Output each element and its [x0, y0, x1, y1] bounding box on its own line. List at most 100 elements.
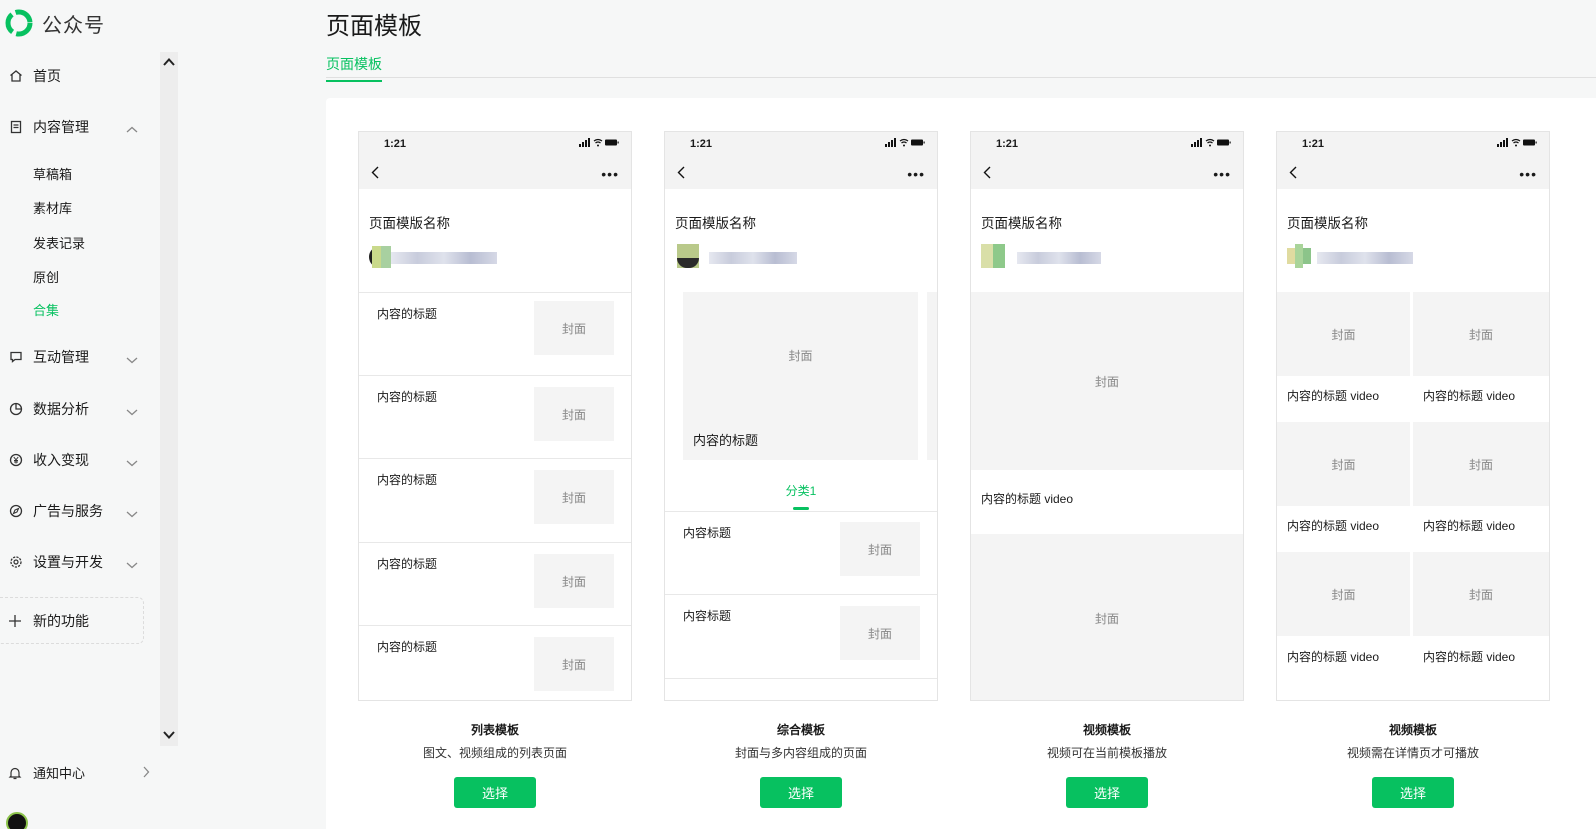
template-card-video-inline: 1:21 ••• 页面模版名称 封面 内容的标题 video 封面 视频模板 视…: [970, 131, 1244, 808]
sidebar-item-monetization[interactable]: 收入变现: [8, 448, 138, 472]
list-item-title: 内容的标题: [377, 473, 438, 487]
grid-video-title: 内容的标题 video: [1423, 389, 1516, 403]
sidebar-subitem-original[interactable]: 原创: [33, 267, 59, 286]
chevron-down-icon: [126, 454, 138, 470]
back-arrow-icon: [677, 166, 685, 184]
sidebar-item-label: 首页: [33, 68, 61, 84]
select-video-inline-template-button[interactable]: 选择: [1066, 777, 1148, 808]
cover-placeholder: 封面: [534, 301, 614, 355]
chevron-up-icon: [126, 121, 138, 137]
sidebar-item-label: 设置与开发: [33, 554, 103, 570]
back-arrow-icon: [1289, 166, 1297, 184]
status-bar: 1:21: [665, 132, 937, 156]
status-bar: 1:21: [971, 132, 1243, 156]
grid-video-title: 内容的标题 video: [1287, 519, 1380, 533]
cover-placeholder: 封面: [534, 470, 614, 524]
hero-cover: 封面 内容的标题: [683, 292, 918, 460]
phone-preview: 1:21 ••• 页面模版名称 封面 封面 内容的标题 video 内容的标题 …: [1276, 131, 1550, 701]
select-composite-template-button[interactable]: 选择: [760, 777, 842, 808]
sidebar-item-label: 收入变现: [33, 452, 89, 468]
status-time: 1:21: [996, 138, 1019, 150]
sidebar-subitem-collections[interactable]: 合集: [33, 300, 59, 319]
sidebar: 公众号 首页 内容管理 草稿箱 素材库 发表记录 原创 合集 互动管理 数据分析…: [0, 0, 180, 829]
tab-page-templates[interactable]: 页面模板: [326, 54, 382, 82]
list-item: 内容的标题 封面: [359, 458, 631, 542]
author-avatar-blurred: [675, 244, 805, 268]
select-list-template-button[interactable]: 选择: [454, 777, 536, 808]
list-item-title: 内容的标题: [377, 307, 438, 321]
phone-nav-bar: •••: [1277, 156, 1549, 189]
app-root: 公众号 首页 内容管理 草稿箱 素材库 发表记录 原创 合集 互动管理 数据分析…: [0, 0, 1596, 829]
brand-logo[interactable]: 公众号: [4, 8, 105, 38]
cover-placeholder: 封面: [788, 348, 813, 363]
grid-video-title: 内容的标题 video: [1423, 650, 1516, 664]
phone-nav-bar: •••: [665, 156, 937, 189]
card-description: 图文、视频组成的列表页面: [422, 746, 567, 760]
sidebar-subitem-materials[interactable]: 素材库: [33, 198, 72, 217]
document-icon: [8, 119, 24, 135]
wechat-official-logo-icon: [4, 8, 34, 38]
category-indicator: [793, 507, 809, 510]
compass-icon: [8, 503, 24, 519]
sidebar-item-label: 广告与服务: [33, 503, 103, 519]
sidebar-scrollbar[interactable]: [160, 52, 178, 746]
status-time: 1:21: [384, 138, 407, 150]
avatar[interactable]: [6, 812, 28, 829]
template-card-list: 1:21 ••• 页面模版名称 内容的标题 封面 内容的标题 封面 内容的标题 …: [358, 131, 632, 808]
notification-center[interactable]: 通知中心: [8, 763, 150, 782]
sidebar-item-label: 内容管理: [33, 119, 89, 135]
list-item: 内容的标题 封面: [359, 625, 631, 700]
yen-icon: [8, 452, 24, 468]
sidebar-subitem-publish-history[interactable]: 发表记录: [33, 233, 85, 252]
phone-nav-bar: •••: [359, 156, 631, 189]
phone-preview: 1:21 ••• 页面模版名称 内容的标题 封面 内容的标题 封面 内容的标题 …: [358, 131, 632, 701]
tab-category-1[interactable]: 分类1: [665, 482, 937, 499]
bell-icon: [8, 766, 24, 780]
cover-placeholder: 封面: [840, 606, 920, 660]
sidebar-item-ads-services[interactable]: 广告与服务: [8, 499, 138, 523]
cover-placeholder: 封面: [534, 554, 614, 608]
video-title: 内容的标题 video: [981, 492, 1074, 506]
sidebar-subitem-drafts[interactable]: 草稿箱: [33, 164, 72, 183]
template-name: 页面模版名称: [1287, 216, 1368, 231]
chevron-down-icon: [126, 351, 138, 367]
sidebar-item-settings-dev[interactable]: 设置与开发: [8, 550, 138, 574]
back-arrow-icon: [983, 166, 991, 184]
signal-wifi-battery-icon: [1497, 138, 1537, 147]
template-card-composite: 1:21 ••• 页面模版名称 封面 内容的标题 分类1 内容标题 封面 内容标…: [664, 131, 938, 808]
more-dots-icon: •••: [1213, 166, 1231, 182]
cover-placeholder: 封面: [534, 387, 614, 441]
card-title: 列表模板: [470, 723, 519, 737]
pie-chart-icon: [8, 401, 24, 417]
status-bar: 1:21: [359, 132, 631, 156]
new-feature-button[interactable]: 新的功能: [0, 597, 144, 644]
card-description: 视频可在当前模板播放: [1046, 746, 1167, 760]
more-dots-icon: •••: [1519, 166, 1537, 182]
sidebar-item-home[interactable]: 首页: [8, 64, 138, 88]
brand-name: 公众号: [42, 14, 105, 37]
scroll-up-arrow-icon[interactable]: [160, 53, 178, 71]
card-title: 视频模板: [1082, 723, 1131, 737]
status-bar: 1:21: [1277, 132, 1549, 156]
author-avatar-blurred: [981, 244, 1111, 268]
grid-video-title: 内容的标题 video: [1423, 519, 1516, 533]
video-cover: 封面: [971, 292, 1243, 470]
template-name: 页面模版名称: [981, 216, 1062, 231]
status-time: 1:21: [690, 138, 713, 150]
list-item: 内容的标题 封面: [359, 292, 631, 376]
sidebar-item-analytics[interactable]: 数据分析: [8, 397, 138, 421]
tab-bar: 页面模板: [326, 52, 1596, 82]
sidebar-item-content-management[interactable]: 内容管理: [8, 115, 138, 139]
select-video-detail-template-button[interactable]: 选择: [1372, 777, 1454, 808]
home-icon: [8, 68, 24, 84]
phone-preview: 1:21 ••• 页面模版名称 封面 内容的标题 分类1 内容标题 封面 内容标…: [664, 131, 938, 701]
grid-video-title: 内容的标题 video: [1287, 650, 1380, 664]
author-avatar-blurred: [369, 244, 499, 268]
notification-label: 通知中心: [33, 766, 86, 781]
scroll-down-arrow-icon[interactable]: [160, 726, 178, 744]
signal-wifi-battery-icon: [885, 138, 925, 147]
signal-wifi-battery-icon: [1191, 138, 1231, 147]
more-dots-icon: •••: [601, 166, 619, 182]
sidebar-item-interaction[interactable]: 互动管理: [8, 345, 138, 369]
list-item: 内容的标题 封面: [359, 375, 631, 459]
